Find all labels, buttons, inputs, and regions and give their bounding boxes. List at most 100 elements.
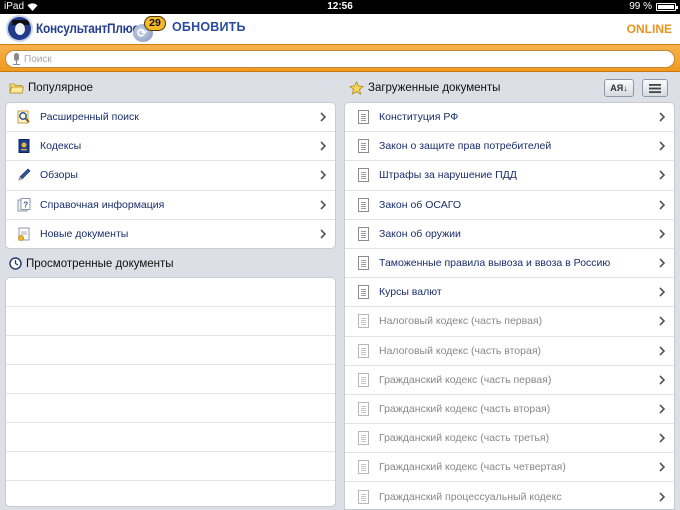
document-title: Гражданский кодекс (часть вторая): [379, 402, 551, 415]
chevron-right-icon: [659, 316, 666, 326]
document-icon: [358, 168, 369, 183]
chevron-right-icon: [320, 141, 327, 151]
document-title: Закон об ОСАГО: [379, 198, 462, 211]
popular-item-codes[interactable]: Кодексы: [6, 132, 335, 162]
document-row[interactable]: Гражданский кодекс (часть четвертая): [345, 453, 674, 483]
empty-row: [6, 452, 335, 481]
popular-item-label: Справочная информация: [40, 198, 165, 211]
microphone-icon[interactable]: [12, 53, 21, 65]
logo-text: КонсультантПлюс: [36, 21, 139, 36]
document-title: Гражданский процессуальный кодекс: [379, 491, 562, 504]
document-row[interactable]: Налоговый кодекс (часть первая): [345, 307, 674, 337]
folder-icon: [9, 83, 24, 94]
empty-row: [6, 336, 335, 365]
search-field[interactable]: [5, 50, 675, 68]
loaded-title: Загруженные документы: [368, 82, 501, 94]
menu-icon: [649, 83, 661, 93]
document-row[interactable]: Закон об ОСАГО: [345, 191, 674, 220]
viewed-title: Просмотренные документы: [26, 257, 174, 270]
sort-button[interactable]: АЯ↓: [604, 79, 634, 97]
chevron-right-icon: [659, 287, 666, 297]
loaded-panel: Конституция РФ Закон о защите прав потреб…: [344, 102, 675, 510]
document-row[interactable]: Закон об оружии: [345, 220, 674, 249]
update-count-badge: 29: [144, 16, 166, 31]
document-icon: [358, 110, 369, 125]
document-row[interactable]: Таможенные правила вывоза и ввоза в Росс…: [345, 249, 674, 279]
logo-emblem-icon: [6, 15, 33, 42]
document-icon: [358, 256, 369, 271]
empty-row: [6, 423, 335, 452]
document-icon: [358, 197, 369, 212]
document-title: Гражданский кодекс (часть третья): [379, 432, 550, 445]
update-button[interactable]: ОБНОВИТЬ: [172, 20, 246, 34]
status-right: 99 %: [629, 1, 678, 12]
menu-button[interactable]: [642, 79, 668, 97]
document-row[interactable]: Налоговый кодекс (часть вторая): [345, 337, 674, 366]
document-title: Курсы валют: [379, 286, 442, 299]
document-icon: [358, 460, 369, 475]
chevron-right-icon: [320, 200, 327, 210]
empty-row: [6, 365, 335, 394]
loaded-header: Загруженные документы: [349, 81, 500, 95]
document-icon: [358, 490, 369, 505]
document-row[interactable]: Гражданский кодекс (часть вторая): [345, 395, 674, 425]
document-row[interactable]: Гражданский кодекс (часть третья): [345, 424, 674, 454]
chevron-right-icon: [320, 170, 327, 181]
empty-row: [6, 278, 335, 307]
popular-header: Популярное: [9, 82, 93, 94]
document-row[interactable]: Гражданский кодекс (часть первая): [345, 366, 674, 395]
popular-item-reference-info[interactable]: ? Справочная информация: [6, 191, 335, 220]
document-row[interactable]: Закон о защите прав потребителей: [345, 132, 674, 162]
document-icon: [358, 285, 369, 300]
star-icon: [349, 81, 364, 95]
loaded-list: Конституция РФ Закон о защите прав потреб…: [345, 103, 674, 509]
popular-item-reviews[interactable]: Обзоры: [6, 161, 335, 191]
popular-item-advanced-search[interactable]: Расширенный поиск: [6, 103, 335, 133]
pen-icon: [17, 168, 31, 182]
magnifier-icon: [17, 110, 31, 124]
document-row[interactable]: Штрафы за нарушение ПДД: [345, 161, 674, 191]
sort-label: АЯ↓: [610, 83, 628, 93]
document-row[interactable]: Гражданский процессуальный кодекс: [345, 482, 674, 509]
status-time: 12:56: [327, 1, 353, 12]
chevron-right-icon: [659, 200, 666, 210]
sync-button[interactable]: ⟳ 29: [131, 16, 166, 42]
search-bar: [0, 44, 680, 72]
chevron-right-icon: [659, 433, 666, 443]
document-title: Гражданский кодекс (часть четвертая): [379, 461, 566, 474]
chevron-right-icon: [659, 229, 666, 239]
new-document-icon: [17, 227, 31, 242]
document-icon: [358, 226, 369, 241]
popular-item-label: Расширенный поиск: [40, 111, 139, 124]
popular-item-new-documents[interactable]: Новые документы: [6, 220, 335, 248]
codex-book-icon: [17, 139, 31, 154]
help-doc-icon: ?: [17, 197, 31, 212]
clock-icon: [9, 257, 22, 270]
battery-percent: 99 %: [629, 1, 652, 12]
document-icon: [358, 343, 369, 358]
document-title: Гражданский кодекс (часть первая): [379, 373, 552, 386]
document-title: Конституция РФ: [379, 111, 459, 124]
popular-panel: Расширенный поиск Кодексы Обзоры ? Справ…: [5, 102, 336, 249]
online-status[interactable]: ONLINE: [627, 22, 672, 36]
chevron-right-icon: [659, 404, 666, 414]
chevron-right-icon: [659, 258, 666, 268]
document-row[interactable]: Курсы валют: [345, 278, 674, 308]
document-icon: [358, 139, 369, 154]
battery-icon: [656, 2, 678, 11]
viewed-panel: [5, 277, 336, 507]
viewed-header: Просмотренные документы: [9, 257, 174, 270]
popular-item-label: Кодексы: [40, 140, 82, 153]
app-header: КонсультантПлюс ⟳ 29 ОБНОВИТЬ ONLINE: [0, 14, 680, 44]
document-row[interactable]: Конституция РФ: [345, 103, 674, 133]
document-title: Налоговый кодекс (часть вторая): [379, 344, 542, 357]
popular-item-label: Обзоры: [40, 169, 78, 182]
document-title: Таможенные правила вывоза и ввоза в Росс…: [379, 257, 611, 270]
empty-row: [6, 394, 335, 423]
search-input[interactable]: [24, 53, 674, 65]
chevron-right-icon: [320, 229, 327, 239]
document-title: Закон об оружии: [379, 227, 461, 240]
status-bar: iPad 12:56 99 %: [0, 0, 680, 14]
chevron-right-icon: [659, 375, 666, 385]
chevron-right-icon: [659, 492, 666, 502]
